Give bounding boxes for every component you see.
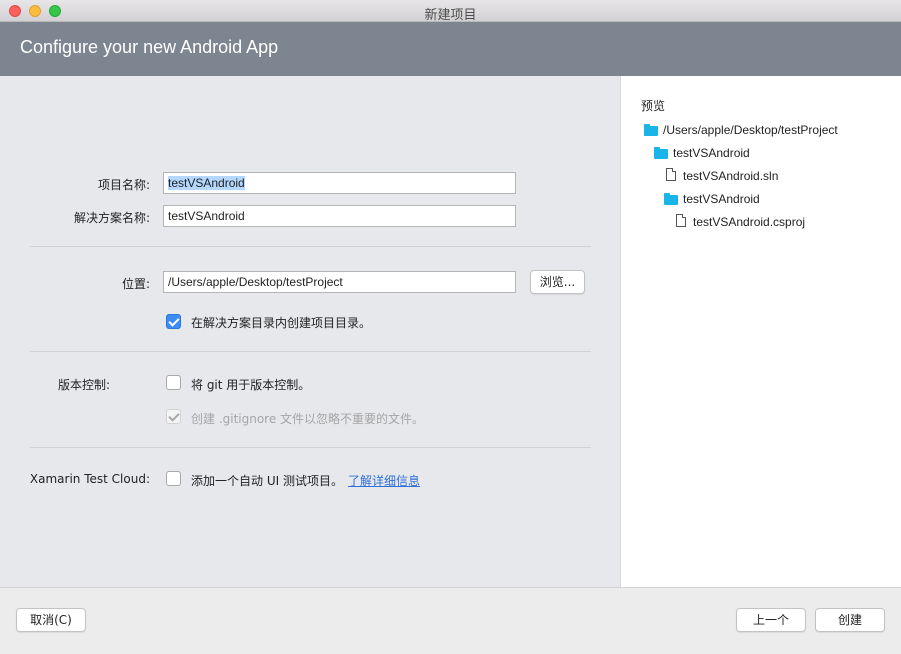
file-icon [666,168,676,181]
vcs-label: 版本控制: [57,378,110,392]
gitignore-checkbox[interactable] [166,409,181,424]
separator [30,351,591,352]
preview-title: 预览 [641,99,666,113]
file-icon [676,214,686,227]
tree-item-csproj-file: testVSAndroid.csproj [693,215,806,229]
project-name-value: testVSAndroid [168,176,245,190]
project-name-input[interactable]: testVSAndroid [163,172,516,194]
add-ui-test-checkbox[interactable] [166,471,181,486]
solution-name-label: 解决方案名称: [73,211,150,225]
use-git-label: 将 git 用于版本控制。 [191,378,311,392]
use-git-checkbox[interactable] [166,375,181,390]
test-cloud-label: Xamarin Test Cloud: [29,472,150,486]
create-dir-checkbox[interactable] [166,314,181,329]
folder-icon [654,147,668,159]
gitignore-label: 创建 .gitignore 文件以忽略不重要的文件。 [191,412,425,426]
location-input[interactable]: /Users/apple/Desktop/testProject [163,271,516,293]
browse-button[interactable]: 浏览... [530,270,585,294]
location-label: 位置: [121,277,150,291]
form-pane [0,76,620,587]
tree-item-project-folder: testVSAndroid [683,192,760,206]
tree-item-sln-file: testVSAndroid.sln [683,169,779,183]
cancel-button[interactable]: 取消(C) [16,608,86,632]
folder-icon [664,193,678,205]
project-name-label: 项目名称: [97,178,150,192]
wizard-header: Configure your new Android App [0,22,901,76]
create-button[interactable]: 创建 [815,608,885,632]
window-title: 新建项目 [424,8,477,23]
create-dir-label: 在解决方案目录内创建项目目录。 [191,316,372,330]
previous-button[interactable]: 上一个 [736,608,806,632]
tree-item-solution-folder: testVSAndroid [673,146,750,160]
separator [30,246,591,247]
window-titlebar: 新建项目 [0,0,901,23]
folder-icon [644,124,658,136]
solution-name-input[interactable]: testVSAndroid [163,205,516,227]
add-ui-test-label: 添加一个自动 UI 测试项目。 [191,474,343,488]
page-title: Configure your new Android App [20,37,279,57]
tree-item-project-root: /Users/apple/Desktop/testProject [663,123,838,137]
learn-more-link[interactable]: 了解详细信息 [348,472,420,489]
separator [30,447,591,448]
